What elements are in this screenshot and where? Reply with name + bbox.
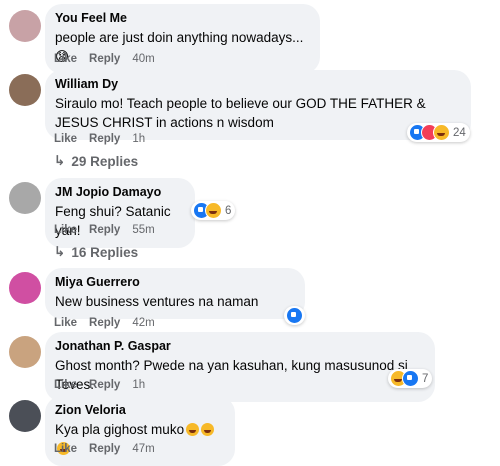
- reaction-count: 24: [453, 126, 466, 139]
- like-reaction-icon: [402, 370, 419, 387]
- laughing-emoji-icon: [201, 423, 215, 436]
- reaction-count: 6: [225, 204, 232, 217]
- timestamp[interactable]: 1h: [132, 133, 145, 145]
- timestamp[interactable]: 40m: [132, 53, 154, 65]
- comment-text-body: Kya pla gighost muko: [55, 422, 185, 437]
- comment-bubble: Jonathan P. Gaspar Ghost month? Pwede na…: [45, 332, 435, 402]
- avatar[interactable]: [9, 74, 41, 106]
- comment-bubble: Zion Veloria Kya pla gighost muko: [45, 396, 235, 466]
- reply-arrow-icon: ↳: [54, 153, 66, 168]
- commenter-name[interactable]: Jonathan P. Gaspar: [55, 339, 423, 354]
- haha-reaction-icon: [433, 124, 450, 141]
- view-replies-link[interactable]: ↳ 16 Replies: [54, 244, 138, 260]
- like-button[interactable]: Like: [54, 443, 77, 455]
- comment-actions: Like Reply 47m: [54, 443, 155, 455]
- like-button[interactable]: Like: [54, 53, 77, 65]
- reply-button[interactable]: Reply: [89, 443, 120, 455]
- replies-count: 16 Replies: [71, 244, 139, 260]
- like-button[interactable]: Like: [54, 224, 77, 236]
- commenter-name[interactable]: Miya Guerrero: [55, 275, 293, 290]
- like-button[interactable]: Like: [54, 133, 77, 145]
- avatar[interactable]: [9, 272, 41, 304]
- avatar[interactable]: [9, 10, 41, 42]
- comment-actions: Like Reply 1h: [54, 133, 145, 145]
- comment-bubble: Miya Guerrero New business ventures na n…: [45, 268, 305, 319]
- reply-button[interactable]: Reply: [89, 133, 120, 145]
- laughing-emoji-icon: [186, 423, 200, 436]
- timestamp[interactable]: 55m: [132, 224, 154, 236]
- commenter-name[interactable]: JM Jopio Damayo: [55, 185, 183, 200]
- timestamp[interactable]: 47m: [132, 443, 154, 455]
- reaction-summary[interactable]: 7: [388, 369, 433, 388]
- comment-actions: Like Reply 42m: [54, 317, 155, 329]
- commenter-name[interactable]: You Feel Me: [55, 11, 308, 26]
- reply-button[interactable]: Reply: [89, 379, 120, 391]
- replies-count: 29 Replies: [71, 153, 139, 169]
- like-button[interactable]: Like: [54, 317, 77, 329]
- like-reaction-icon: [286, 307, 303, 324]
- like-button[interactable]: Like: [54, 379, 77, 391]
- avatar[interactable]: [9, 336, 41, 368]
- comment-actions: Like Reply 55m: [54, 224, 155, 236]
- timestamp[interactable]: 42m: [132, 317, 154, 329]
- comment-text: New business ventures na naman: [55, 294, 259, 309]
- comment-text: Siraulo mo! Teach people to believe our …: [55, 96, 426, 130]
- haha-reaction-icon: [205, 202, 222, 219]
- reply-button[interactable]: Reply: [89, 53, 120, 65]
- reaction-count: 7: [422, 372, 429, 385]
- avatar[interactable]: [9, 182, 41, 214]
- reply-arrow-icon: ↳: [54, 244, 66, 259]
- reaction-summary[interactable]: [284, 306, 305, 325]
- view-replies-link[interactable]: ↳ 29 Replies: [54, 153, 138, 169]
- reply-button[interactable]: Reply: [89, 224, 120, 236]
- reaction-summary[interactable]: 24: [407, 123, 470, 142]
- comment-bubble: JM Jopio Damayo Feng shui? Satanic yan!: [45, 178, 195, 248]
- avatar[interactable]: [9, 400, 41, 432]
- commenter-name[interactable]: William Dy: [55, 77, 459, 92]
- commenter-name[interactable]: Zion Veloria: [55, 403, 223, 418]
- reaction-summary[interactable]: 6: [191, 201, 236, 220]
- reply-button[interactable]: Reply: [89, 317, 120, 329]
- comment-actions: Like Reply 40m: [54, 53, 155, 65]
- timestamp[interactable]: 1h: [132, 379, 145, 391]
- comment-actions: Like Reply 1h: [54, 379, 145, 391]
